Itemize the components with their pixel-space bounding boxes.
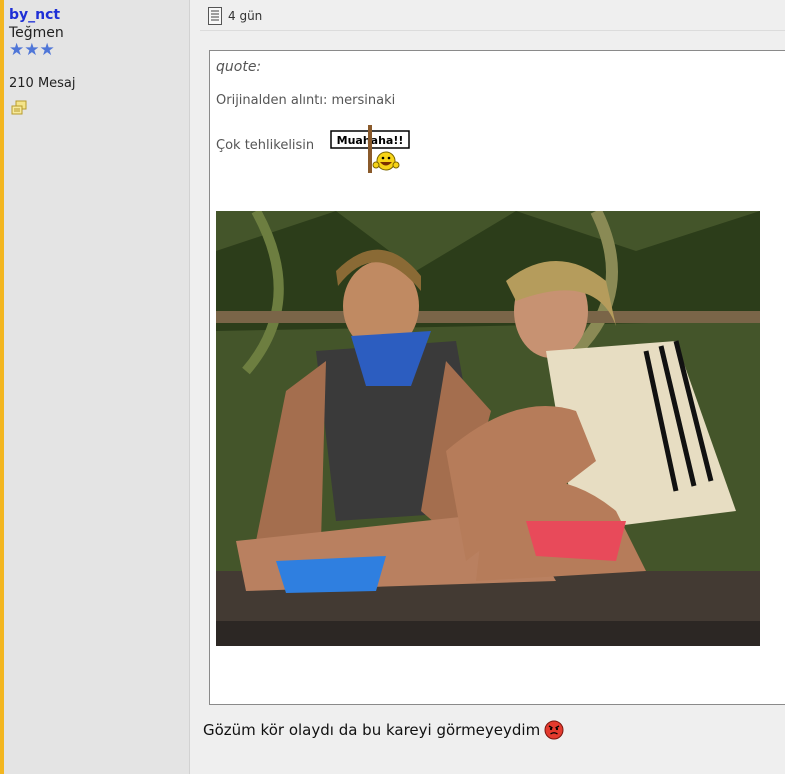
- post-count: 210 Mesaj: [9, 76, 76, 91]
- post-header: 4 gün: [208, 5, 262, 27]
- quote-label: quote:: [216, 59, 262, 75]
- rank-stars: ★★★: [9, 40, 55, 60]
- username-link[interactable]: by_nct: [9, 7, 60, 23]
- photo-illustration: [216, 211, 760, 646]
- quote-text: Çok tehlikelisin: [216, 138, 315, 153]
- post-date: 4 gün: [228, 9, 263, 23]
- user-rank: Teğmen: [9, 25, 64, 41]
- angry-face-icon: [544, 720, 564, 740]
- quoted-photo: [216, 211, 760, 646]
- muahaha-sign-icon: Muahaha!!: [330, 125, 410, 173]
- post-message-text: Gözüm kör olaydı da bu kareyi görmeyeydi…: [203, 721, 541, 739]
- header-divider: [200, 30, 785, 31]
- document-icon: [208, 7, 222, 25]
- post-message: Gözüm kör olaydı da bu kareyi görmeyeydi…: [203, 720, 564, 740]
- user-sidebar: by_nct Teğmen ★★★ 210 Mesaj: [4, 0, 190, 774]
- post-body: 4 gün quote: Orijinalden alıntı: mersina…: [190, 0, 785, 774]
- private-message-icon[interactable]: [11, 100, 27, 116]
- quote-block: quote: Orijinalden alıntı: mersinaki Çok…: [209, 50, 785, 705]
- quote-attribution: Orijinalden alıntı: mersinaki: [216, 93, 396, 108]
